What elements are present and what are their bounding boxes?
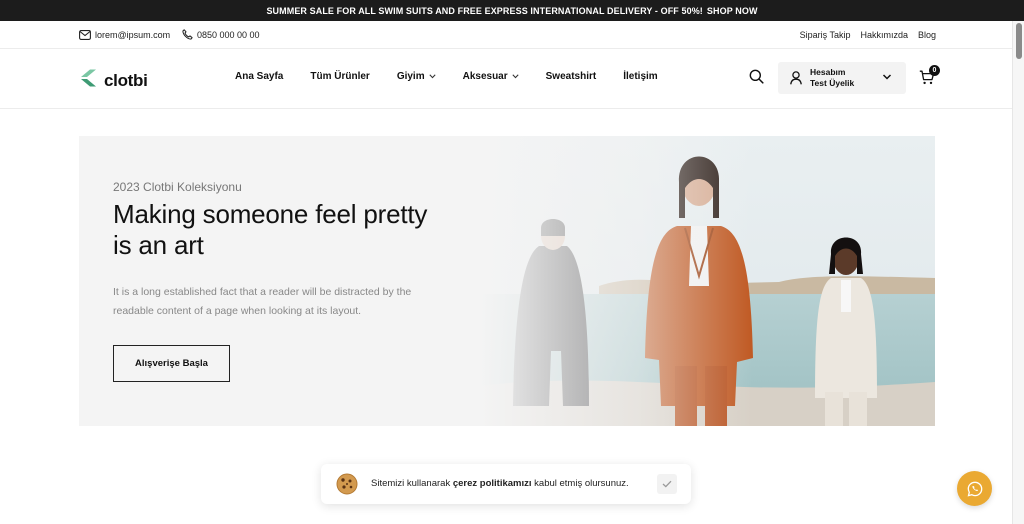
logo[interactable]: clotbi: [78, 68, 148, 93]
page: SUMMER SALE FOR ALL SWIM SUITS AND FREE …: [0, 0, 1024, 524]
account-label: Hesabım: [810, 67, 846, 77]
nav-label: Giyim: [396, 71, 425, 82]
account-texts: Hesabım Test Üyelik: [810, 67, 854, 89]
user-icon: [790, 71, 802, 85]
nav-item-clothing[interactable]: Giyim: [397, 71, 436, 82]
nav-item-sweatshirt[interactable]: Sweatshirt: [546, 71, 597, 82]
nav-item-home[interactable]: Ana Sayfa: [235, 71, 283, 82]
email-contact[interactable]: lorem@ipsum.com: [79, 30, 170, 40]
about-link[interactable]: Hakkımızda: [860, 30, 908, 40]
cookie-accept-button[interactable]: [657, 474, 677, 494]
cart-count-badge: 0: [929, 65, 940, 76]
nav-item-contact[interactable]: İletişim: [623, 71, 657, 82]
cookie-suffix: kabul etmiş olursunuz.: [534, 478, 629, 489]
hero-image: [479, 136, 935, 426]
search-icon: [749, 69, 764, 84]
main-nav: Ana Sayfa Tüm Ürünler Giyim Aksesuar Swe…: [235, 71, 658, 82]
nav-item-accessories[interactable]: Aksesuar: [463, 71, 519, 82]
chevron-down-icon: [512, 74, 519, 79]
cookie-icon: [336, 473, 358, 498]
hero-subtitle: 2023 Clotbi Koleksiyonu: [113, 180, 242, 194]
scrollbar[interactable]: [1012, 21, 1024, 524]
cookie-notice: Sitemizi kullanarak çerez politikamızı k…: [321, 464, 691, 504]
phone-contact[interactable]: 0850 000 00 00: [182, 29, 260, 40]
nav-label: Ana Sayfa: [235, 71, 284, 82]
top-links: Sipariş Takip Hakkımızda Blog: [800, 30, 936, 40]
top-bar: lorem@ipsum.com 0850 000 00 00 Sipariş T…: [0, 21, 1012, 49]
cookie-policy-link[interactable]: çerez politikamızı: [453, 478, 532, 489]
whatsapp-icon: [967, 481, 982, 497]
account-dropdown[interactable]: Hesabım Test Üyelik: [778, 62, 906, 94]
check-icon: [662, 480, 672, 488]
order-tracking-link[interactable]: Sipariş Takip: [800, 30, 851, 40]
cart-button[interactable]: 0: [919, 65, 940, 90]
hero-description: It is a long established fact that a rea…: [113, 286, 412, 317]
nav-label: İletişim: [623, 71, 658, 82]
cookie-prefix: Sitemizi kullanarak: [371, 478, 451, 489]
mail-icon: [79, 29, 91, 40]
email-text: lorem@ipsum.com: [95, 29, 171, 40]
announcement-bar: SUMMER SALE FOR ALL SWIM SUITS AND FREE …: [0, 0, 1024, 21]
nav-label: Tüm Ürünler: [310, 71, 370, 82]
phone-icon: [182, 29, 193, 40]
phone-text: 0850 000 00 00: [197, 29, 260, 40]
chevron-down-icon: [429, 74, 436, 79]
shop-now-link[interactable]: SHOP NOW: [707, 6, 758, 16]
scrollbar-thumb[interactable]: [1016, 23, 1022, 59]
nav-item-all-products[interactable]: Tüm Ürünler: [310, 71, 369, 82]
whatsapp-button[interactable]: [957, 471, 992, 506]
start-shopping-button[interactable]: Alışverişe Başla: [113, 345, 230, 382]
hero-title: Making someone feel pretty is an art: [113, 199, 428, 260]
search-button[interactable]: [749, 69, 764, 89]
logo-text: clotbi: [104, 70, 148, 90]
cookie-message: Sitemizi kullanarak çerez politikamızı k…: [371, 478, 629, 489]
hero-banner: 2023 Clotbi Koleksiyonu Making someone f…: [79, 136, 935, 426]
logo-mark-icon: [78, 68, 98, 93]
announcement-text: SUMMER SALE FOR ALL SWIM SUITS AND FREE …: [266, 5, 703, 16]
account-user: Test Üyelik: [810, 78, 855, 88]
site-header: clotbi Ana Sayfa Tüm Ürünler Giyim Akses…: [0, 49, 1012, 109]
blog-link[interactable]: Blog: [918, 30, 936, 40]
nav-label: Sweatshirt: [545, 71, 597, 82]
chevron-down-icon: [882, 70, 892, 89]
nav-label: Aksesuar: [462, 71, 508, 82]
